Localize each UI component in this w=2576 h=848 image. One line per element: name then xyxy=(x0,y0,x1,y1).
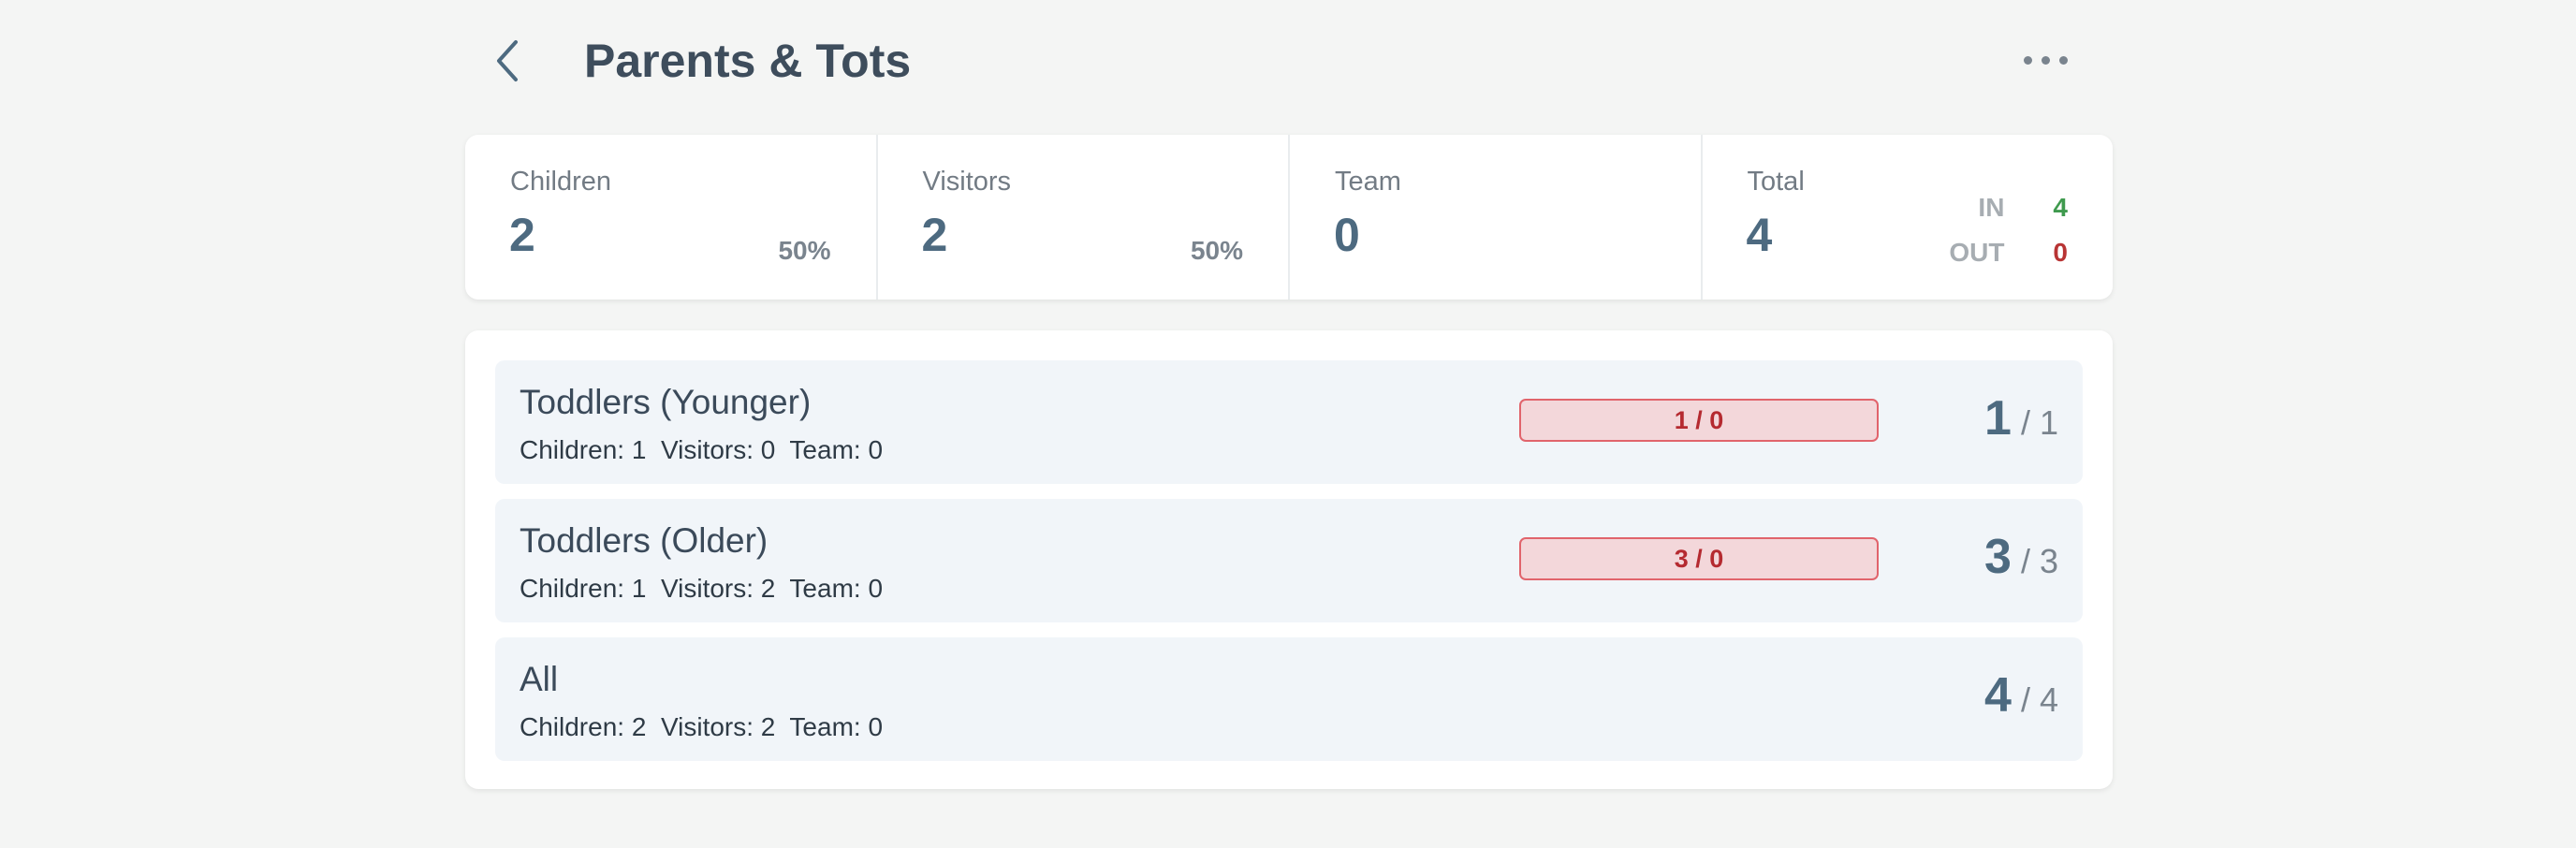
group-name: All xyxy=(520,660,559,698)
page-title: Parents & Tots xyxy=(584,35,912,87)
group-row-toddlers-younger[interactable]: Toddlers (Younger) Children: 1 Visitors:… xyxy=(495,360,2083,484)
group-count: 1 / 1 xyxy=(1984,390,2058,446)
stat-label: Visitors xyxy=(922,167,1012,197)
count-current: 4 xyxy=(1984,668,2012,723)
stat-children: Children 2 50% xyxy=(465,135,878,300)
more-options-button[interactable] xyxy=(2015,41,2075,79)
in-out-summary: IN 4 OUT 0 xyxy=(1949,189,2068,271)
stat-visitors: Visitors 2 50% xyxy=(878,135,1290,300)
stats-summary-card: Children 2 50% Visitors 2 50% Team 0 Tot… xyxy=(465,135,2113,300)
stat-label: Team xyxy=(1335,167,1401,197)
group-name: Toddlers (Younger) xyxy=(520,383,812,421)
count-current: 1 xyxy=(1984,391,2012,446)
stat-value: 4 xyxy=(1746,209,1773,261)
count-total: / 4 xyxy=(2020,680,2058,719)
group-name: Toddlers (Older) xyxy=(520,521,768,560)
header: Parents & Tots xyxy=(465,0,2113,122)
ratio-badge: 1 / 0 xyxy=(1519,399,1879,442)
count-total: / 1 xyxy=(2020,403,2058,442)
stat-percent: 50% xyxy=(778,236,831,265)
group-row-all[interactable]: All Children: 2 Visitors: 2 Team: 0 4 / … xyxy=(495,637,2083,761)
more-horizontal-icon xyxy=(2023,55,2032,65)
count-current: 3 xyxy=(1984,530,2012,584)
group-row-toddlers-older[interactable]: Toddlers (Older) Children: 1 Visitors: 2… xyxy=(495,499,2083,622)
back-button[interactable] xyxy=(484,34,531,88)
ratio-badge: 3 / 0 xyxy=(1519,537,1879,580)
groups-card: Toddlers (Younger) Children: 1 Visitors:… xyxy=(465,330,2113,789)
stat-value: 0 xyxy=(1334,209,1360,261)
in-label: IN xyxy=(1978,193,2005,222)
out-label: OUT xyxy=(1949,238,2005,267)
in-value: 4 xyxy=(2053,193,2068,222)
out-value: 0 xyxy=(2053,238,2068,267)
stat-team: Team 0 xyxy=(1290,135,1703,300)
main-container: Parents & Tots Children 2 50% Visitors 2… xyxy=(465,0,2113,789)
group-count: 3 / 3 xyxy=(1984,529,2058,585)
stat-value: 2 xyxy=(509,209,535,261)
stat-value: 2 xyxy=(921,209,948,261)
group-count: 4 / 4 xyxy=(1984,667,2058,724)
chevron-left-icon xyxy=(497,40,518,81)
page: Parents & Tots Children 2 50% Visitors 2… xyxy=(0,0,2576,848)
count-total: / 3 xyxy=(2020,542,2058,580)
group-breakdown: Children: 1 Visitors: 0 Team: 0 xyxy=(520,435,884,464)
group-breakdown: Children: 1 Visitors: 2 Team: 0 xyxy=(520,574,884,603)
stat-percent: 50% xyxy=(1190,236,1243,265)
stat-label: Children xyxy=(510,167,611,197)
stat-total: Total 4 IN 4 OUT 0 xyxy=(1703,135,2114,300)
stat-label: Total xyxy=(1747,167,1805,197)
group-breakdown: Children: 2 Visitors: 2 Team: 0 xyxy=(520,712,884,741)
